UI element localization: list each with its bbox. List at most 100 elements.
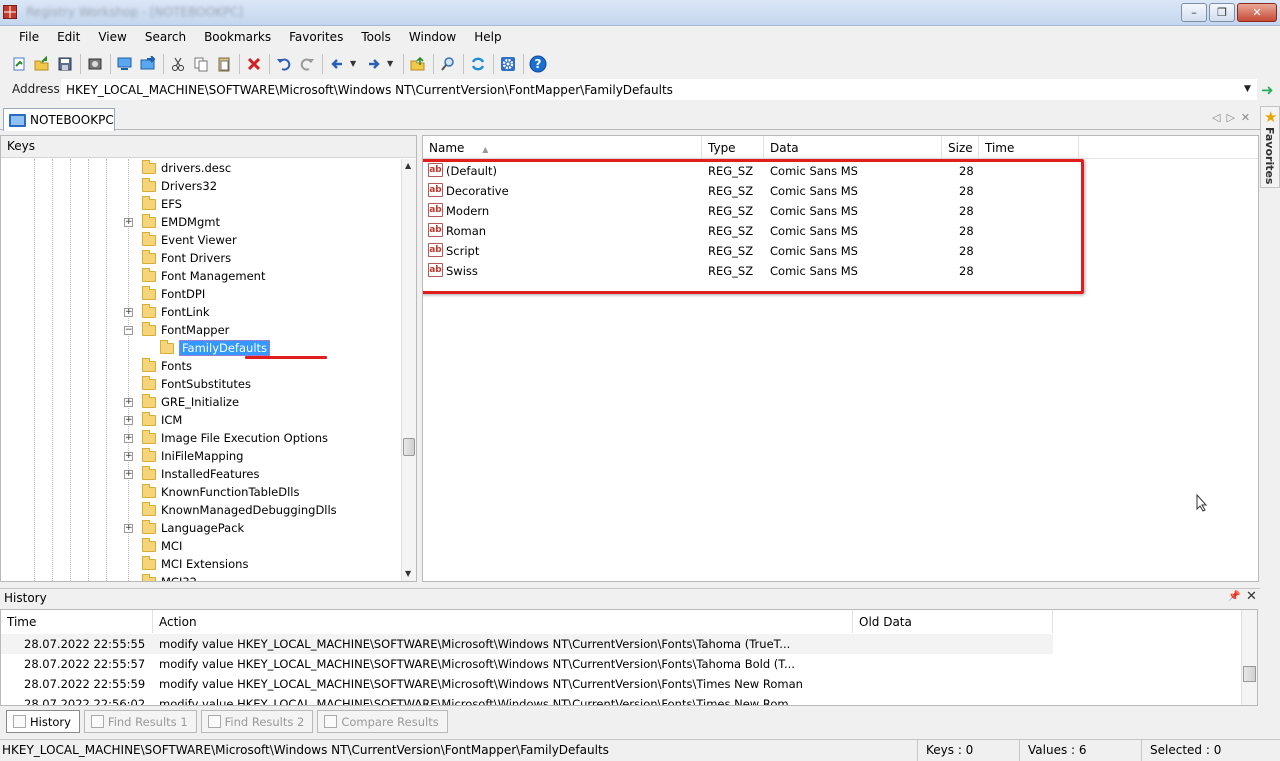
tree-key[interactable]: KnownManagedDebuggingDlls	[142, 501, 337, 519]
expand-icon[interactable]: +	[124, 524, 133, 533]
cut-icon[interactable]	[168, 54, 188, 74]
paste-icon[interactable]	[214, 54, 234, 74]
tree-key[interactable]: MCI32	[142, 573, 197, 581]
print-icon[interactable]	[85, 54, 105, 74]
tree-key[interactable]: Drivers32	[142, 177, 217, 195]
connect-icon[interactable]	[115, 54, 135, 74]
history-column-action[interactable]: Action	[153, 610, 853, 633]
tab-find-results-2[interactable]: Find Results 2	[200, 710, 314, 733]
undo-icon[interactable]	[274, 54, 294, 74]
column-type[interactable]: Type	[702, 136, 764, 159]
history-column-time[interactable]: Time	[1, 610, 153, 633]
tree-key[interactable]: Image File Execution Options	[142, 429, 328, 447]
address-dropdown-icon[interactable]: ▼	[1244, 84, 1251, 94]
open-icon[interactable]	[32, 54, 52, 74]
tab-notebookpc[interactable]: NOTEBOOKPC	[3, 108, 115, 131]
maximize-button[interactable]: ❐	[1209, 3, 1235, 22]
expand-icon[interactable]: +	[124, 434, 133, 443]
tree-key[interactable]: KnownFunctionTableDlls	[142, 483, 299, 501]
menu-edit[interactable]: Edit	[48, 27, 89, 49]
tree-key[interactable]: FontSubstitutes	[142, 375, 251, 393]
expand-icon[interactable]: +	[124, 308, 133, 317]
find-icon[interactable]	[438, 54, 458, 74]
column-time[interactable]: Time	[979, 136, 1079, 159]
favorites-sidebar[interactable]: ★ Favorites	[1260, 106, 1280, 188]
parent-key-icon[interactable]	[408, 54, 428, 74]
pin-icon[interactable]: 📌	[1228, 591, 1240, 602]
history-column-old-data[interactable]: Old Data	[853, 610, 1053, 633]
history-row[interactable]: 28.07.2022 22:55:55 modify value HKEY_LOC…	[1, 634, 1241, 654]
tree-key[interactable]: LanguagePack	[142, 519, 244, 537]
copy-icon[interactable]	[191, 54, 211, 74]
save-icon[interactable]	[55, 54, 75, 74]
menu-view[interactable]: View	[89, 27, 135, 49]
expand-icon[interactable]: +	[124, 452, 133, 461]
delete-icon[interactable]	[244, 54, 264, 74]
menu-tools[interactable]: Tools	[352, 27, 400, 49]
forward-icon[interactable]	[364, 54, 384, 74]
history-row[interactable]: 28.07.2022 22:56:02 modify value HKEY_LOC…	[1, 694, 1241, 705]
tree-key[interactable]: FontMapper	[142, 321, 229, 339]
column-data[interactable]: Data	[764, 136, 942, 159]
help-icon[interactable]: ?	[528, 54, 548, 74]
keys-scrollbar[interactable]: ▲ ▼	[401, 159, 416, 581]
menu-help[interactable]: Help	[465, 27, 510, 49]
tree-key[interactable]: FamilyDefaults	[160, 339, 271, 357]
tree-key[interactable]: FontLink	[142, 303, 210, 321]
scroll-down-icon[interactable]: ▼	[405, 569, 411, 578]
expand-icon[interactable]: +	[124, 470, 133, 479]
tree-key[interactable]: FontDPI	[142, 285, 205, 303]
menu-favorites[interactable]: Favorites	[280, 27, 352, 49]
tree-key[interactable]: IniFileMapping	[142, 447, 243, 465]
refresh-icon[interactable]	[468, 54, 488, 74]
tree-key[interactable]: Font Drivers	[142, 249, 231, 267]
collapse-icon[interactable]: −	[124, 326, 133, 335]
menu-window[interactable]: Window	[400, 27, 465, 49]
keys-scroll-thumb[interactable]	[403, 438, 415, 456]
forward-dropdown-icon[interactable]: ▼	[387, 59, 397, 68]
tree-key[interactable]: Event Viewer	[142, 231, 237, 249]
tab-find-results-1[interactable]: Find Results 1	[83, 710, 197, 733]
tree-key[interactable]: Fonts	[142, 357, 192, 375]
history-close-icon[interactable]: ✕	[1246, 589, 1257, 604]
folder-icon	[142, 285, 156, 300]
tree-key[interactable]: InstalledFeatures	[142, 465, 259, 483]
scroll-up-icon[interactable]: ▲	[405, 161, 411, 170]
expand-icon[interactable]: +	[124, 218, 133, 227]
history-row[interactable]: 28.07.2022 22:55:59 modify value HKEY_LOC…	[1, 674, 1241, 694]
history-scroll-thumb[interactable]	[1243, 666, 1256, 682]
go-arrow-icon[interactable]: ➜	[1261, 81, 1274, 99]
back-dropdown-icon[interactable]: ▼	[350, 59, 360, 68]
options-icon[interactable]	[498, 54, 518, 74]
back-icon[interactable]	[327, 54, 347, 74]
tree-key[interactable]: ICM	[142, 411, 182, 429]
folder-icon	[142, 537, 156, 552]
menu-bookmarks[interactable]: Bookmarks	[195, 27, 280, 49]
menu-file[interactable]: File	[10, 27, 48, 49]
tab-compare-results[interactable]: Compare Results	[317, 710, 448, 733]
history-row[interactable]: 28.07.2022 22:55:57 modify value HKEY_LOC…	[1, 654, 1241, 674]
tree-key[interactable]: Font Management	[142, 267, 265, 285]
address-input[interactable]: HKEY_LOCAL_MACHINE\SOFTWARE\Microsoft\Wi…	[61, 79, 1257, 100]
registry-app-icon[interactable]	[3, 5, 17, 19]
tree-key[interactable]: MCI Extensions	[142, 555, 248, 573]
tab-history[interactable]: History	[6, 710, 80, 733]
expand-icon[interactable]: +	[124, 398, 133, 407]
new-icon[interactable]	[9, 54, 29, 74]
tree-key[interactable]: EMDMgmt	[142, 213, 220, 231]
redo-icon[interactable]	[297, 54, 317, 74]
tree-key[interactable]: MCI	[142, 537, 182, 555]
expand-icon[interactable]: +	[124, 416, 133, 425]
column-size[interactable]: Size	[942, 136, 979, 159]
disconnect-icon[interactable]	[138, 54, 158, 74]
history-scrollbar[interactable]	[1241, 610, 1257, 705]
close-button[interactable]: ✕	[1237, 3, 1277, 22]
minimize-button[interactable]: –	[1181, 3, 1207, 22]
tree-key[interactable]: EFS	[142, 195, 182, 213]
tab-navigation-controls[interactable]: ◁▷✕	[1212, 111, 1256, 124]
values-header: Name ▲ Type Data Size Time	[423, 136, 1258, 159]
tree-key[interactable]: GRE_Initialize	[142, 393, 239, 411]
menu-search[interactable]: Search	[136, 27, 195, 49]
tree-key[interactable]: drivers.desc	[142, 159, 231, 177]
column-name[interactable]: Name ▲	[423, 136, 702, 159]
